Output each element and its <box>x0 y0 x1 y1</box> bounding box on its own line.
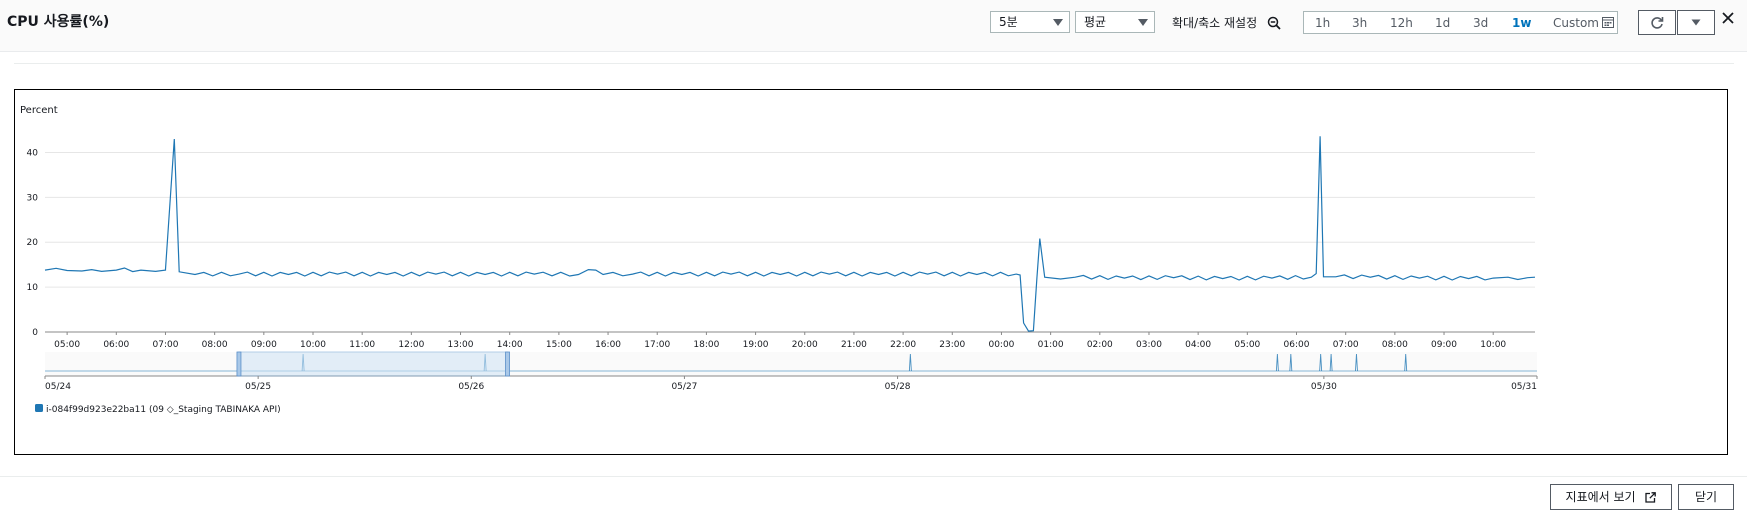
x-tick-label: 23:00 <box>939 340 965 350</box>
zoom-reset-label: 확대/축소 재설정 <box>1172 16 1258 30</box>
metric-graph[interactable]: Percent 0 10 20 30 40 05:00 06:00 07:00 08:00 09… <box>14 89 1728 455</box>
x-tick-label: 11:00 <box>349 340 375 350</box>
external-link-icon <box>1645 492 1657 503</box>
x-tick-label: 05:00 <box>1234 340 1260 350</box>
caret-down-icon <box>1691 19 1701 26</box>
x-tick-label: 15:00 <box>546 340 572 350</box>
x-tick-label: 07:00 <box>153 340 179 350</box>
x-tick-label: 03:00 <box>1136 340 1162 350</box>
period-select[interactable]: 5분 <box>990 11 1070 33</box>
overview-date-label: 05/25 <box>245 382 271 392</box>
legend-swatch[interactable] <box>35 404 43 412</box>
overview-drag-handle[interactable] <box>505 351 510 377</box>
calendar-icon[interactable] <box>1602 16 1614 28</box>
overview-selection-window[interactable] <box>238 351 509 377</box>
chevron-down-icon <box>1053 19 1063 26</box>
range-custom[interactable]: Custom <box>1553 16 1599 30</box>
view-in-metrics-label: 지표에서 보기 <box>1565 490 1636 504</box>
cpu-series-line[interactable] <box>44 136 1536 332</box>
overview-date-label: 05/30 <box>1311 382 1337 392</box>
cpu-line-chart[interactable]: Percent 0 10 20 30 40 05:00 06:00 07:00 08:00 09… <box>15 90 1727 454</box>
overview-date-label: 05/28 <box>885 382 911 392</box>
x-tick-label: 06:00 <box>1284 340 1310 350</box>
time-range-selector: 1h 3h 12h 1d 3d 1w Custom <box>1303 11 1618 34</box>
zoom-out-icon[interactable] <box>1267 16 1281 30</box>
refresh-icon <box>1651 17 1664 29</box>
page-title: CPU 사용률(%) <box>7 14 110 30</box>
x-tick-label: 16:00 <box>595 340 621 350</box>
y-tick-label: 20 <box>27 238 39 248</box>
x-tick-label: 05:00 <box>54 340 80 350</box>
x-tick-label: 19:00 <box>743 340 769 350</box>
range-1h[interactable]: 1h <box>1315 16 1330 30</box>
x-tick-label: 20:00 <box>792 340 818 350</box>
x-tick-label: 09:00 <box>251 340 277 350</box>
legend-label[interactable]: i-084f99d923e22ba11 (09 ◇_Staging TABINA… <box>46 405 281 415</box>
x-tick-label: 08:00 <box>202 340 228 350</box>
x-tick-label: 14:00 <box>497 340 523 350</box>
x-tick-label: 10:00 <box>1480 340 1506 350</box>
x-tick-label: 06:00 <box>103 340 129 350</box>
close-button[interactable]: 닫기 <box>1678 484 1734 510</box>
x-tick-label: 13:00 <box>448 340 474 350</box>
close-icon[interactable] <box>1720 10 1736 26</box>
period-select-value: 5분 <box>999 15 1018 29</box>
statistic-select[interactable]: 평균 <box>1075 11 1155 33</box>
x-tick-label: 07:00 <box>1333 340 1359 350</box>
range-3d[interactable]: 3d <box>1473 16 1488 30</box>
refresh-button[interactable] <box>1638 10 1676 35</box>
divider <box>14 63 1734 64</box>
overview-drag-handle[interactable] <box>236 351 242 377</box>
y-tick-label: 30 <box>27 193 39 203</box>
x-tick-label: 22:00 <box>890 340 916 350</box>
zoom-reset-button[interactable]: 확대/축소 재설정 <box>1172 14 1257 31</box>
range-1w[interactable]: 1w <box>1512 16 1531 30</box>
modal-header: CPU 사용률(%) 5분 평균 확대/축소 재설정 1h 3h 12h 1d … <box>0 0 1747 52</box>
refresh-options-button[interactable] <box>1677 10 1715 35</box>
overview-date-label: 05/27 <box>671 382 697 392</box>
range-1d[interactable]: 1d <box>1435 16 1450 30</box>
x-tick-label: 21:00 <box>841 340 867 350</box>
x-tick-label: 08:00 <box>1382 340 1408 350</box>
divider <box>0 476 1747 477</box>
range-12h[interactable]: 12h <box>1390 16 1413 30</box>
chevron-down-icon <box>1138 19 1148 26</box>
overview-date-label: 05/24 <box>45 382 71 392</box>
y-axis-label: Percent <box>20 105 58 116</box>
overview-date-label: 05/31 <box>1511 382 1537 392</box>
x-tick-label: 17:00 <box>644 340 670 350</box>
x-tick-label: 02:00 <box>1087 340 1113 350</box>
overview-date-label: 05/26 <box>458 382 484 392</box>
y-tick-label: 0 <box>32 328 38 338</box>
view-in-metrics-button[interactable]: 지표에서 보기 <box>1550 484 1672 510</box>
x-tick-label: 12:00 <box>398 340 424 350</box>
x-tick-label: 10:00 <box>300 340 326 350</box>
x-tick-label: 09:00 <box>1431 340 1457 350</box>
statistic-select-value: 평균 <box>1084 15 1107 29</box>
x-tick-label: 18:00 <box>693 340 719 350</box>
x-tick-label: 01:00 <box>1038 340 1064 350</box>
x-tick-label: 04:00 <box>1185 340 1211 350</box>
x-tick-label: 00:00 <box>988 340 1014 350</box>
y-tick-label: 40 <box>27 148 39 158</box>
y-tick-label: 10 <box>27 283 39 293</box>
range-3h[interactable]: 3h <box>1352 16 1367 30</box>
